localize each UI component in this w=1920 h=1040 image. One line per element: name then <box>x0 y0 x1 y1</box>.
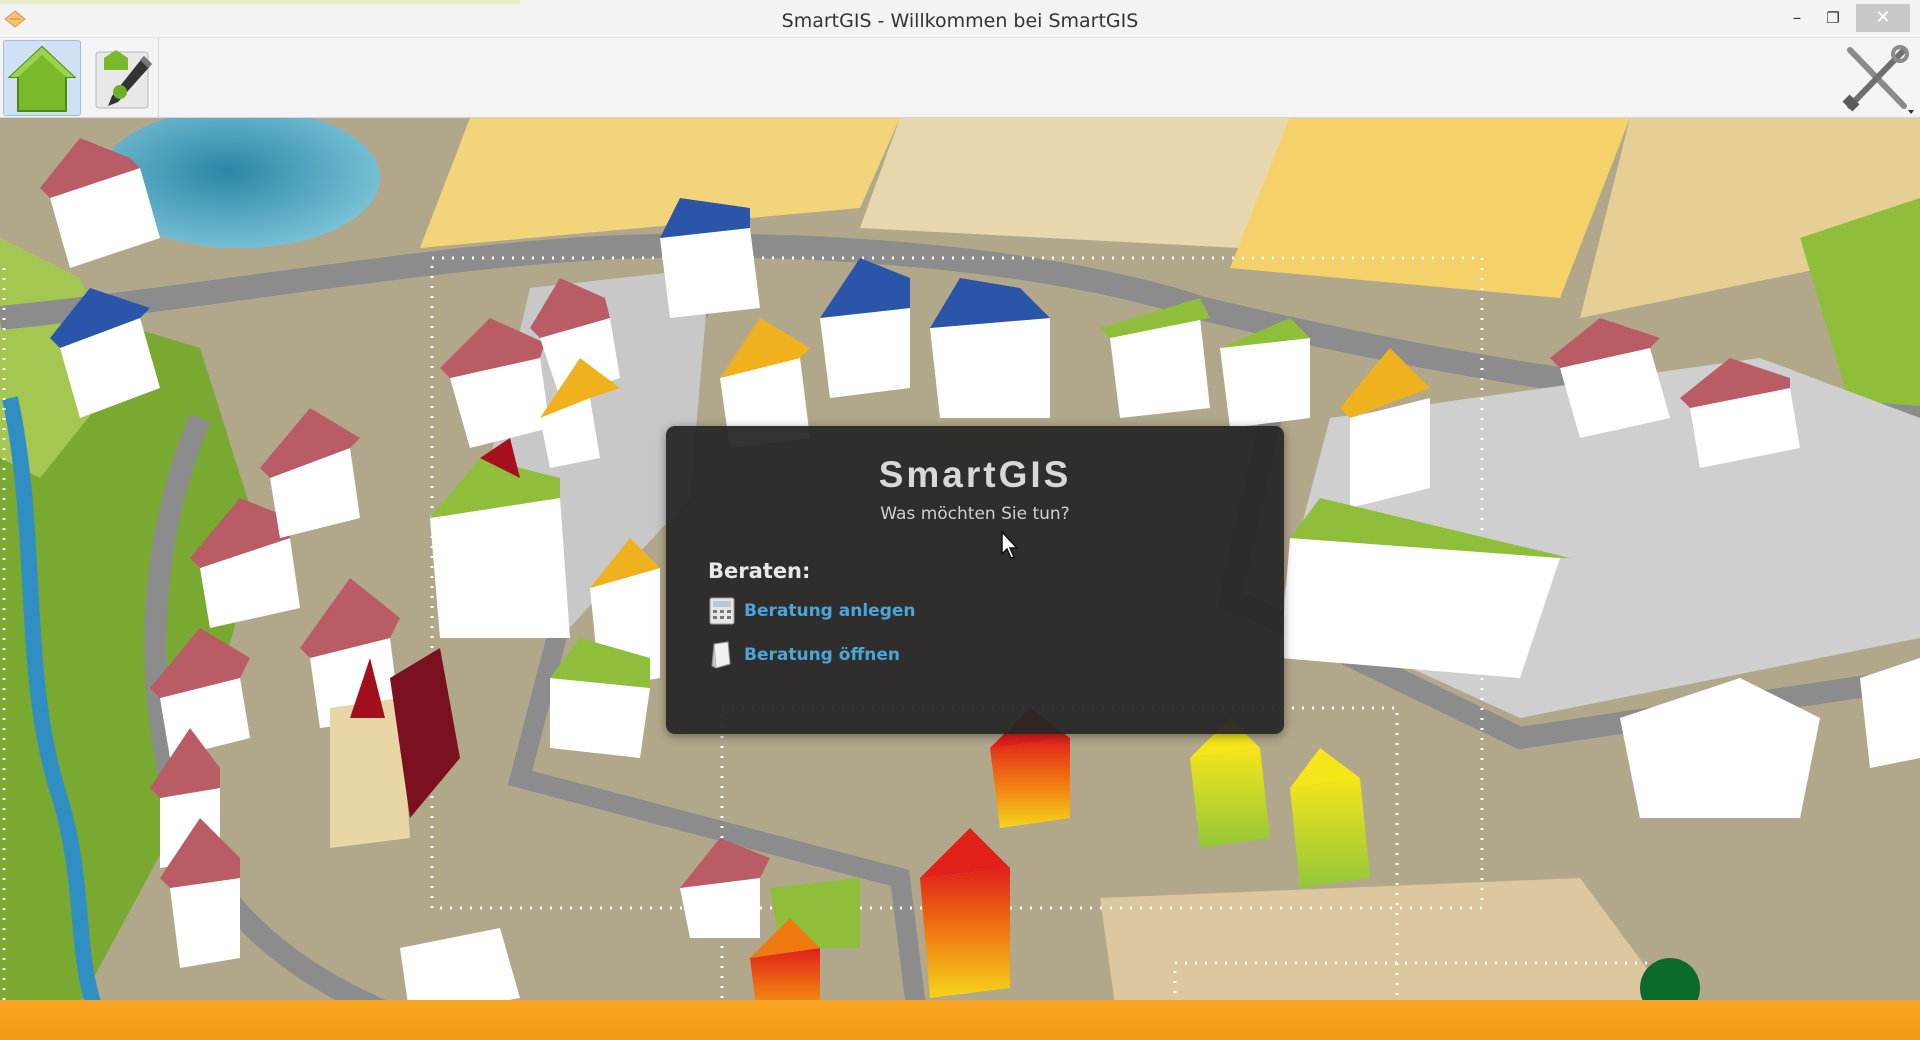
close-button[interactable]: ✕ <box>1856 4 1910 32</box>
maximize-button[interactable]: ❐ <box>1816 4 1850 32</box>
house-icon <box>7 45 77 112</box>
home-button[interactable] <box>3 40 81 116</box>
section-heading: Beraten: <box>708 559 811 583</box>
mouse-cursor-icon <box>1001 530 1019 559</box>
field <box>860 118 1290 248</box>
new-consultation-label[interactable]: Beratung anlegen <box>744 601 916 621</box>
open-document-icon <box>711 641 731 669</box>
open-consultation-label[interactable]: Beratung öffnen <box>744 645 900 665</box>
pen-edit-icon <box>95 50 152 109</box>
status-bar <box>0 1000 1920 1040</box>
open-consultation-link[interactable]: Beratung öffnen <box>708 638 900 672</box>
app-window: SmartGIS - Willkommen bei SmartGIS – ❐ ✕ <box>0 0 1920 1040</box>
settings-button[interactable] <box>1838 40 1916 116</box>
minimize-button[interactable]: – <box>1780 4 1814 32</box>
calculator-document-icon <box>709 597 735 625</box>
window-title: SmartGIS - Willkommen bei SmartGIS <box>781 10 1139 32</box>
welcome-dialog: SmartGIS Was möchten Sie tun? Beraten: B… <box>666 426 1284 734</box>
dialog-title: SmartGIS <box>878 454 1072 495</box>
new-consultation-link[interactable]: Beratung anlegen <box>708 594 916 628</box>
dialog-subtitle: Was möchten Sie tun? <box>880 504 1070 524</box>
toolbar <box>0 38 1920 118</box>
title-bar[interactable]: SmartGIS - Willkommen bei SmartGIS – ❐ ✕ <box>0 0 1920 38</box>
edit-button[interactable] <box>86 40 164 116</box>
loading-strip <box>0 0 520 4</box>
field <box>1230 118 1630 298</box>
tools-icon <box>1842 45 1914 114</box>
toolbar-separator <box>158 38 159 118</box>
